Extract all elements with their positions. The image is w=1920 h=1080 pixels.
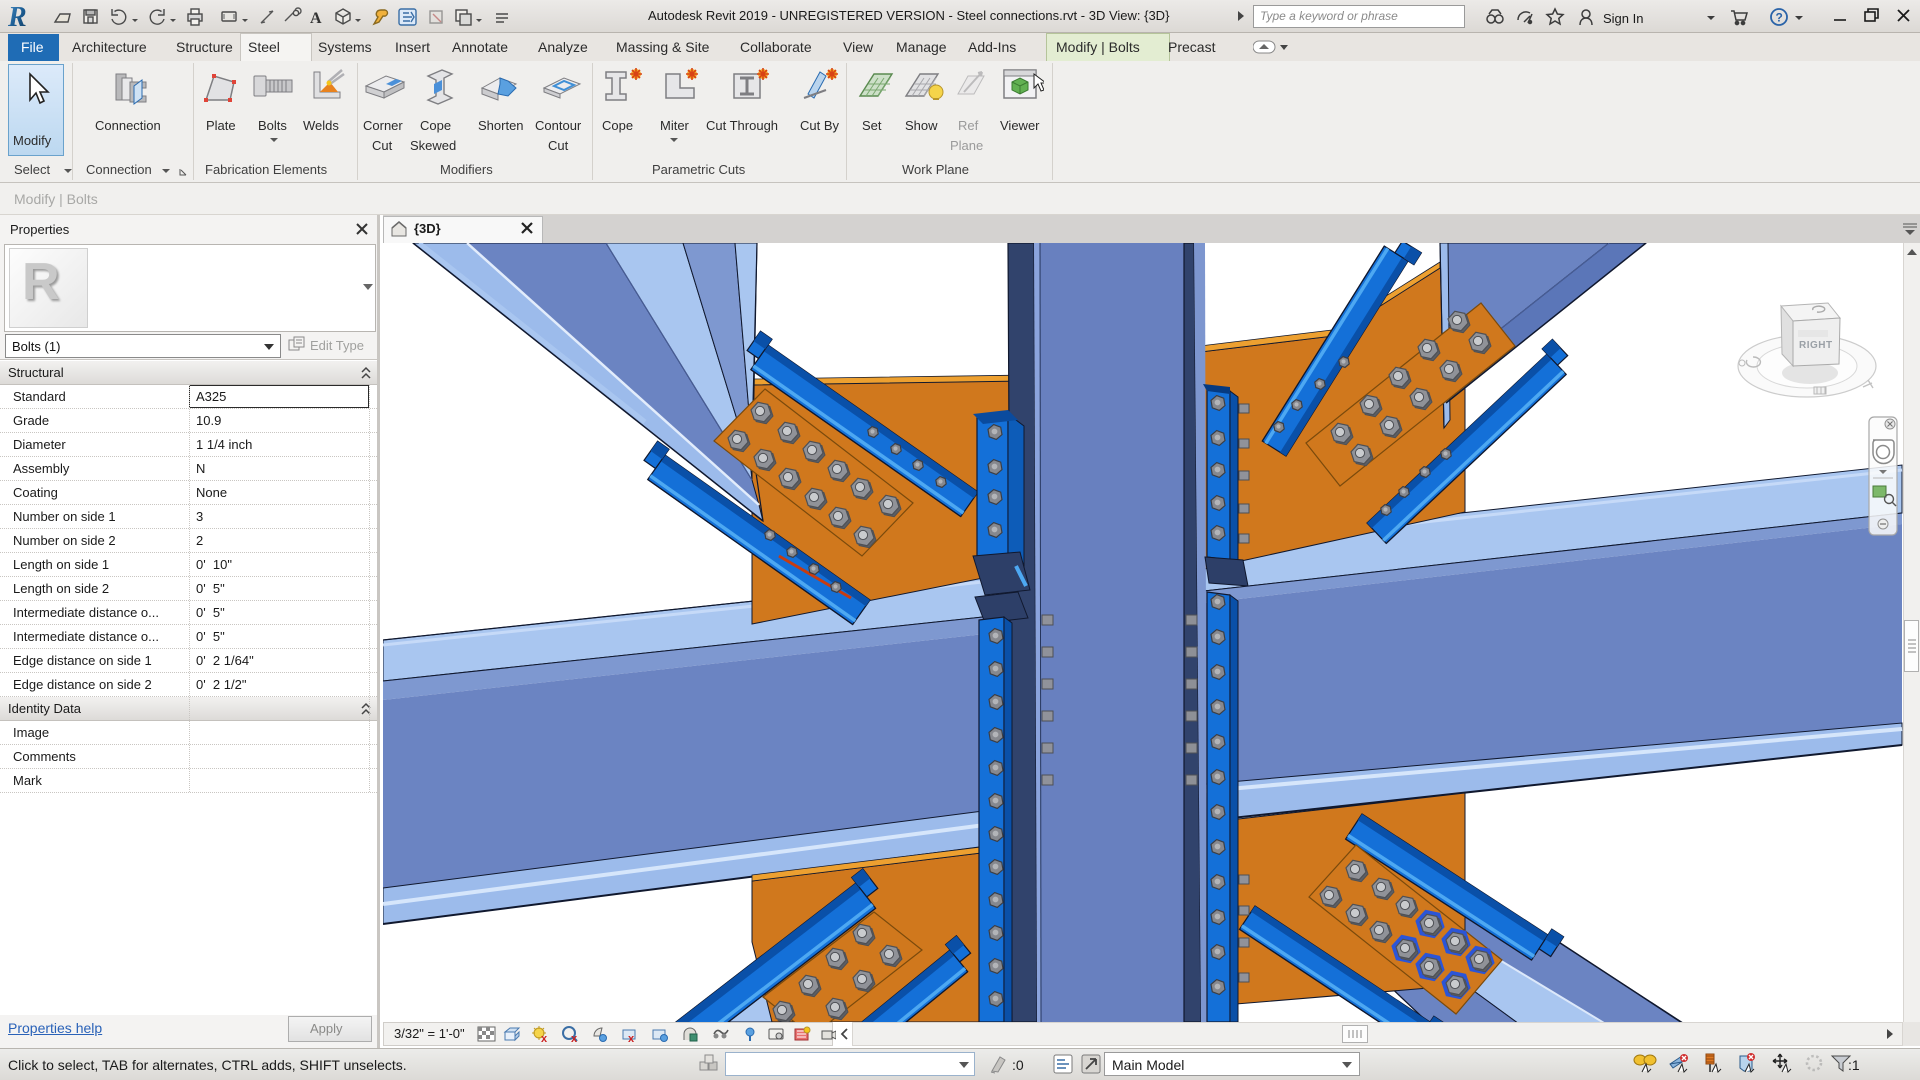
svg-text:RIGHT: RIGHT [1799,340,1833,351]
svg-text:x: x [541,1033,548,1044]
svg-text:?: ? [1776,11,1783,25]
svg-text:Sign In: Sign In [1603,11,1643,26]
svg-text:A: A [310,10,322,27]
svg-text:x: x [571,1033,578,1044]
svg-text:x: x [628,1033,635,1044]
svg-text:R: R [7,2,27,31]
